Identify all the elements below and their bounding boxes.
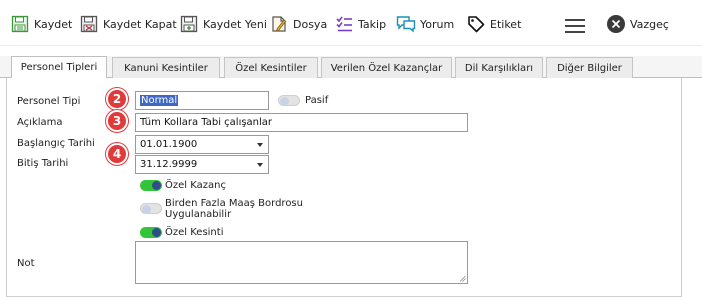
personel-tipi-value: Normal [140, 95, 179, 106]
tab-label: Verilen Özel Kazançlar [330, 62, 443, 74]
comment-button[interactable]: Yorum [396, 13, 454, 35]
personel-tipi-input[interactable]: Normal [135, 91, 269, 110]
toolbar: Kaydet Kaydet Kapat Kaydet Yeni Dosya Ta… [0, 0, 702, 46]
file-label: Dosya [293, 17, 328, 31]
chevron-down-icon [257, 163, 263, 167]
aciklama-input[interactable]: Tüm Kollara Tabi çalışanlar [135, 113, 468, 132]
birden-fazla-maas-label-2: Uygulanabilir [165, 209, 232, 220]
save-close-icon [79, 14, 99, 34]
step-badge-2: 2 [106, 88, 128, 110]
tag-button[interactable]: Etiket [466, 13, 521, 35]
chevron-down-icon [257, 143, 263, 147]
save-button[interactable]: Kaydet [10, 13, 72, 35]
save-new-button[interactable]: Kaydet Yeni [179, 13, 267, 35]
toggle-knob [152, 228, 161, 237]
tab-verilen-ozel-kazanclar[interactable]: Verilen Özel Kazançlar [321, 57, 452, 78]
personel-tipi-label: Personel Tipi [17, 96, 81, 107]
save-label: Kaydet [34, 17, 73, 31]
badge-number: 3 [112, 114, 122, 128]
cancel-icon [606, 14, 626, 34]
save-close-label: Kaydet Kapat [103, 17, 177, 31]
cancel-button[interactable]: Vazgeç [606, 13, 669, 35]
badge-number: 2 [112, 92, 122, 106]
tag-icon [466, 14, 486, 34]
save-icon [10, 14, 30, 34]
menu-button[interactable] [563, 15, 587, 37]
save-new-label: Kaydet Yeni [203, 17, 267, 31]
tag-label: Etiket [490, 17, 522, 31]
follow-button[interactable]: Takip [334, 13, 386, 35]
baslangic-tarihi-label: Başlangıç Tarihi [17, 138, 95, 149]
birden-fazla-maas-toggle[interactable] [140, 203, 162, 214]
save-close-button[interactable]: Kaydet Kapat [79, 13, 177, 35]
save-new-icon [179, 14, 199, 34]
comment-label: Yorum [420, 17, 455, 31]
tab-personel-tipleri[interactable]: Personel Tipleri [11, 56, 107, 78]
tab-ozel-kesintiler[interactable]: Özel Kesintiler [224, 57, 318, 78]
ozel-kazanc-toggle[interactable] [140, 180, 162, 191]
toggle-knob [152, 181, 161, 190]
toggle-knob [142, 205, 151, 214]
file-icon [269, 14, 289, 34]
pasif-toggle[interactable] [278, 95, 300, 106]
tab-label: Kanuni Kesintiler [124, 62, 208, 74]
bitis-tarihi-value: 31.12.9999 [140, 159, 198, 170]
tab-bar: Personel Tipleri Kanuni Kesintiler Özel … [0, 56, 702, 78]
tab-kanuni-kesintiler[interactable]: Kanuni Kesintiler [112, 57, 220, 78]
step-badge-3: 3 [106, 110, 128, 132]
step-badge-4: 4 [106, 143, 128, 165]
comment-icon [396, 14, 416, 34]
file-button[interactable]: Dosya [269, 13, 327, 35]
resize-grip-icon[interactable] [459, 275, 466, 282]
ozel-kesinti-label: Özel Kesinti [165, 227, 224, 238]
menu-icon [563, 16, 587, 36]
follow-label: Takip [358, 17, 387, 31]
birden-fazla-maas-label-1: Birden Fazla Maaş Bordrosu [165, 198, 303, 209]
ozel-kazanc-label: Özel Kazanç [165, 180, 226, 191]
not-textarea[interactable] [135, 241, 468, 284]
tab-diger-bilgiler[interactable]: Diğer Bilgiler [546, 57, 633, 78]
pasif-label: Pasif [305, 95, 329, 106]
badge-number: 4 [112, 147, 122, 161]
bitis-tarihi-select[interactable]: 31.12.9999 [135, 155, 269, 174]
aciklama-value: Tüm Kollara Tabi çalışanlar [140, 117, 273, 128]
cancel-label: Vazgeç [630, 17, 669, 31]
toggle-knob [280, 97, 289, 106]
tab-label: Personel Tipleri [20, 62, 98, 73]
tab-dil-karsiliklari[interactable]: Dil Karşılıkları [455, 57, 543, 78]
follow-icon [334, 14, 354, 34]
tab-label: Dil Karşılıkları [464, 62, 534, 74]
tab-label: Diğer Bilgiler [557, 62, 622, 74]
tab-label: Özel Kesintiler [235, 62, 307, 74]
ozel-kesinti-toggle[interactable] [140, 227, 162, 238]
baslangic-tarihi-value: 01.01.1900 [140, 139, 198, 150]
not-label: Not [17, 258, 35, 269]
aciklama-label: Açıklama [17, 117, 63, 128]
bitis-tarihi-label: Bitiş Tarihi [17, 158, 69, 169]
baslangic-tarihi-select[interactable]: 01.01.1900 [135, 135, 269, 154]
